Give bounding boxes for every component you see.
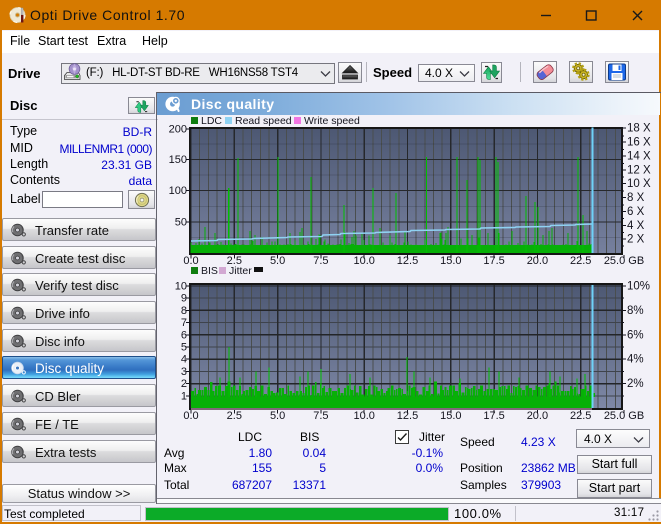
svg-text:8 X: 8 X — [627, 192, 645, 204]
svg-text:7: 7 — [181, 317, 187, 329]
svg-text:4: 4 — [181, 354, 187, 366]
svg-text:8: 8 — [181, 305, 187, 317]
svg-text:2: 2 — [181, 378, 187, 390]
svg-text:2%: 2% — [627, 378, 644, 390]
svg-text:4%: 4% — [627, 354, 644, 366]
svg-text:12.5: 12.5 — [397, 410, 418, 422]
svg-text:6%: 6% — [627, 329, 644, 341]
svg-text:LDC: LDC — [201, 115, 222, 127]
svg-text:1: 1 — [181, 390, 187, 402]
svg-text:Jitter: Jitter — [229, 265, 252, 277]
svg-text:Write speed: Write speed — [304, 115, 360, 127]
svg-text:5: 5 — [181, 342, 187, 354]
svg-text:9: 9 — [181, 293, 187, 305]
svg-text:4 X: 4 X — [627, 220, 645, 232]
svg-text:100: 100 — [169, 185, 187, 197]
svg-text:14 X: 14 X — [627, 150, 651, 162]
svg-text:BIS: BIS — [201, 265, 218, 277]
svg-text:0.0: 0.0 — [183, 410, 198, 422]
svg-text:3: 3 — [181, 366, 187, 378]
svg-text:2.5: 2.5 — [227, 410, 242, 422]
svg-text:200: 200 — [169, 124, 187, 136]
svg-text:150: 150 — [169, 154, 187, 166]
svg-text:20.0: 20.0 — [527, 410, 548, 422]
svg-text:2 X: 2 X — [627, 234, 645, 246]
svg-text:18 X: 18 X — [627, 123, 651, 135]
svg-text:50: 50 — [175, 216, 187, 228]
svg-text:7.5: 7.5 — [313, 410, 328, 422]
svg-text:17.5: 17.5 — [483, 410, 504, 422]
svg-text:10.0: 10.0 — [353, 410, 374, 422]
svg-text:Read speed: Read speed — [235, 115, 292, 127]
svg-text:10 X: 10 X — [627, 178, 651, 190]
svg-text:25.0 GB: 25.0 GB — [604, 410, 644, 422]
svg-text:10%: 10% — [627, 281, 650, 293]
svg-text:6: 6 — [181, 329, 187, 341]
svg-text:16 X: 16 X — [627, 137, 651, 149]
svg-text:22.5: 22.5 — [570, 410, 591, 422]
svg-text:8%: 8% — [627, 305, 644, 317]
svg-text:10: 10 — [175, 281, 187, 293]
svg-text:15.0: 15.0 — [440, 410, 461, 422]
svg-text:5.0: 5.0 — [270, 410, 285, 422]
svg-text:12 X: 12 X — [627, 164, 651, 176]
svg-text:6 X: 6 X — [627, 206, 645, 218]
